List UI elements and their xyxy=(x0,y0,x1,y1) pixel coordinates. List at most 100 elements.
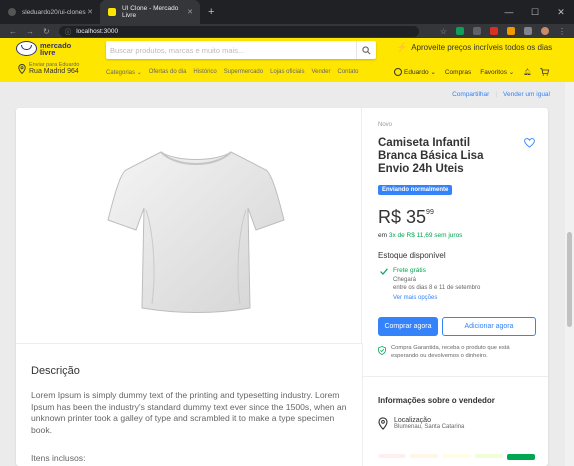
browser-menu-icon[interactable]: ⋮ xyxy=(558,27,566,36)
heart-icon[interactable] xyxy=(524,138,535,148)
search-input[interactable] xyxy=(106,45,356,55)
delivery-address[interactable]: Enviar para Eduardo Rua Madrid 964 xyxy=(18,62,79,75)
extensions-area: ☆ ⋮ xyxy=(440,27,566,36)
tshirt-image[interactable] xyxy=(106,144,286,314)
chevron-down-icon: ⌄ xyxy=(508,69,515,77)
arrival-label: Chegará xyxy=(393,277,417,283)
search-button[interactable] xyxy=(356,41,376,59)
chevron-down-icon: ⌄ xyxy=(136,70,142,76)
purchases-link[interactable]: Compras xyxy=(445,69,471,76)
location-value: Blumenau, Santa Catarina xyxy=(394,424,465,430)
nav-contato[interactable]: Contato xyxy=(338,69,359,76)
github-icon xyxy=(8,8,16,16)
tab-title: sleduardo20/ui-clones xyxy=(22,8,86,16)
favorites-link[interactable]: Favoritos ⌄ xyxy=(480,68,514,76)
minimize-icon[interactable]: — xyxy=(496,0,522,24)
thermometer-segment xyxy=(410,454,439,458)
extension-grey-icon[interactable] xyxy=(473,27,481,35)
reload-icon[interactable]: ↻ xyxy=(43,27,50,36)
product-image-area xyxy=(16,108,362,343)
check-icon xyxy=(380,268,388,275)
description-text: Lorem Ipsum is simply dummy text of the … xyxy=(31,390,347,435)
site-header: mercado livre ⚡ Aproveite preços incríve… xyxy=(0,38,574,82)
price-main: R$ 35 xyxy=(378,207,427,227)
thermometer-segment xyxy=(442,454,471,458)
shipping-info: Frete grátis Chegará entre os dias 8 e 1… xyxy=(380,267,480,301)
chevron-down-icon: ⌄ xyxy=(430,69,436,76)
extension-orange-icon[interactable] xyxy=(507,27,515,35)
price: R$ 35 99 xyxy=(378,207,434,228)
browser-tab-mercado[interactable]: UI Clone - Mercado Livre ✕ xyxy=(100,0,200,24)
close-tab-icon[interactable]: ✕ xyxy=(187,8,193,16)
extension-red-icon[interactable] xyxy=(490,27,498,35)
nav-historico[interactable]: Histórico xyxy=(193,69,216,76)
product-card: Descrição Lorem Ipsum is simply dummy te… xyxy=(16,108,548,466)
thermometer-segment xyxy=(378,454,407,458)
add-to-cart-button[interactable]: Adicionar agora xyxy=(442,317,536,336)
star-bookmark-icon[interactable]: ☆ xyxy=(440,27,447,36)
info-icon: ⓘ xyxy=(64,29,72,36)
close-tab-icon[interactable]: ✕ xyxy=(87,8,93,16)
page-scrollbar[interactable] xyxy=(565,82,574,466)
more-shipping-options[interactable]: Ver mais opções xyxy=(393,295,480,301)
user-menu: Eduardo ⌄ Compras Favoritos ⌄ 🔔︎ xyxy=(394,68,550,77)
guarantee-text: Compra Garantida, receba o produto que e… xyxy=(391,345,510,359)
site-logo[interactable]: mercado livre xyxy=(16,41,71,56)
status-badge: Enviando normalmente xyxy=(378,185,453,195)
tab-title: UI Clone - Mercado Livre xyxy=(122,5,179,19)
sell-same-link[interactable]: Vender um igual xyxy=(503,91,550,98)
seller-location: Localização Blumenau, Santa Catarina xyxy=(378,417,464,430)
forward-icon[interactable]: → xyxy=(26,27,34,36)
cart-icon[interactable] xyxy=(540,68,550,76)
location-label: Localização xyxy=(394,417,431,424)
new-tab-icon[interactable]: + xyxy=(208,6,214,18)
share-link[interactable]: Compartilhar xyxy=(452,91,489,98)
guarantee: Compra Garantida, receba o produto que e… xyxy=(378,345,538,360)
search-icon xyxy=(362,45,371,54)
user-account[interactable]: Eduardo ⌄ xyxy=(394,68,436,77)
included-items-label: Itens inclusos: xyxy=(31,453,86,463)
share-links: Compartilhar | Vender um igual xyxy=(452,91,550,98)
thermometer-segment xyxy=(506,454,536,460)
mercado-favicon-icon xyxy=(108,8,116,16)
user-avatar-icon xyxy=(394,68,402,77)
nav-categorias[interactable]: Categorias ⌄ xyxy=(106,69,142,76)
address-street: Rua Madrid 964 xyxy=(29,68,79,75)
stock-label: Estoque disponível xyxy=(378,251,446,260)
maximize-icon[interactable]: ☐ xyxy=(522,0,548,24)
category-nav: Categorias ⌄ Ofertas do dia Histórico Su… xyxy=(106,69,359,76)
nav-lojas[interactable]: Lojas oficiais xyxy=(270,69,304,76)
seller-info-title: Informações sobre o vendedor xyxy=(378,396,495,405)
description-title: Descrição xyxy=(31,365,80,377)
url-text: localhost:3000 xyxy=(76,27,119,35)
extension-green-icon[interactable] xyxy=(456,27,464,35)
address-bar[interactable]: ⓘ localhost:3000 xyxy=(58,25,419,37)
browser-toolbar: ← → ↻ ⓘ localhost:3000 ☆ ⋮ xyxy=(0,24,574,38)
nav-ofertas[interactable]: Ofertas do dia xyxy=(149,69,187,76)
installments-prefix: em xyxy=(378,232,388,239)
location-pin-icon xyxy=(18,63,26,74)
window-controls: — ☐ ✕ xyxy=(496,0,574,24)
logo-line2: livre xyxy=(40,47,56,57)
lightning-icon: ⚡ xyxy=(396,42,408,52)
buy-now-button[interactable]: Comprar agora xyxy=(378,317,438,336)
free-shipping: Frete grátis xyxy=(393,267,426,274)
browser-tab-github[interactable]: sleduardo20/ui-clones ✕ xyxy=(0,0,100,24)
bell-icon[interactable]: 🔔︎ xyxy=(523,68,531,76)
search-box xyxy=(106,41,376,59)
promo-text: Aproveite preços incríveis todos os dias xyxy=(411,43,553,52)
location-pin-icon xyxy=(378,417,388,430)
extensions-puzzle-icon[interactable] xyxy=(524,27,532,35)
scrollbar-thumb[interactable] xyxy=(567,232,572,327)
condition-label: Novo xyxy=(378,122,393,128)
nav-vender[interactable]: Vender xyxy=(311,69,330,76)
browser-tabstrip: sleduardo20/ui-clones ✕ UI Clone - Merca… xyxy=(0,0,574,24)
profile-avatar-icon[interactable] xyxy=(541,27,549,35)
installments: em 3x de R$ 11,69 sem juros xyxy=(378,232,462,239)
back-icon[interactable]: ← xyxy=(9,27,17,36)
nav-supermercado[interactable]: Supermercado xyxy=(224,69,263,76)
close-window-icon[interactable]: ✕ xyxy=(548,0,574,24)
installments-value: 3x de R$ 11,69 sem juros xyxy=(388,232,463,239)
promo-banner[interactable]: ⚡ Aproveite preços incríveis todos os di… xyxy=(396,42,552,53)
seller-reputation-thermometer xyxy=(378,454,536,460)
